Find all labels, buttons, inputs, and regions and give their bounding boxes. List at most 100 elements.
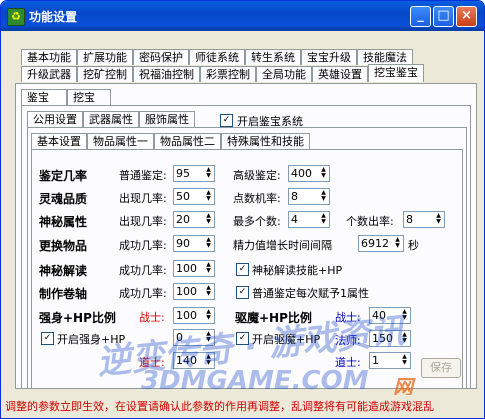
points-rate-input[interactable]: 8 ▲ ▼: [288, 188, 330, 205]
tab-mining-control[interactable]: 挖矿控制: [77, 66, 133, 82]
spin-arrows-icon[interactable]: ▲ ▼: [319, 190, 328, 203]
tab-lottery-control[interactable]: 彩票控制: [200, 66, 256, 82]
seconds-unit: 秒: [408, 239, 419, 252]
demon-taoist-value: 1: [372, 354, 379, 367]
scroll-success-label: 成功几率:: [119, 287, 167, 300]
replace-success-value: 90: [176, 237, 190, 250]
row-title-appraise-rate: 鉴定几率: [39, 169, 88, 183]
normal-appraise-attr-label: 普通鉴定每次赋予1属性: [252, 287, 369, 300]
strong-warrior-label: 战士:: [139, 311, 165, 324]
count-rate-value: 8: [406, 213, 413, 226]
scroll-success-value: 100: [176, 285, 197, 298]
strong-warrior-value: 100: [176, 309, 197, 322]
soul-appear-input[interactable]: 50 ▲ ▼: [173, 188, 215, 205]
spin-arrows-icon[interactable]: ▲ ▼: [204, 309, 213, 322]
max-count-input[interactable]: 4 ▲ ▼: [288, 211, 330, 228]
row-title-mystic-attr: 神秘属性: [39, 215, 88, 229]
tab-weapon-attr[interactable]: 武器属性: [83, 111, 139, 127]
row-title-soul-quality: 灵魂品质: [39, 192, 88, 206]
tab-special-attr-skills[interactable]: 特殊属性和技能: [221, 133, 310, 149]
sub-tabs: 鉴宝 挖宝: [21, 89, 111, 106]
points-rate-label: 点数机率:: [233, 192, 281, 205]
tab-item-attr-1[interactable]: 物品属性一: [87, 133, 154, 149]
strong-warrior-input[interactable]: 100 ▲ ▼: [173, 307, 215, 324]
tab-clothing-attr[interactable]: 服饰属性: [139, 111, 195, 127]
energy-interval-input[interactable]: 6912 ▲ ▼: [358, 235, 404, 252]
tab-rebirth-system[interactable]: 转生系统: [245, 49, 301, 65]
enable-appraisal-checkbox[interactable]: ✓: [220, 114, 233, 127]
tab-common-settings[interactable]: 公用设置: [27, 111, 83, 127]
tab-appraise[interactable]: 鉴宝: [21, 89, 67, 105]
decode-skill-hp-label: 神秘解读技能+HP: [252, 264, 343, 277]
soul-appear-value: 50: [176, 190, 190, 203]
strong-hp-title: 强身+HP比例: [39, 311, 116, 325]
status-bar: 调整的参数立即生效，在设置请确认此参数的作用再调整，乱调整将有可能造成游戏混乱: [1, 395, 484, 418]
tab-global-function[interactable]: 全局功能: [256, 66, 312, 82]
normal-appraise-input[interactable]: 95 ▲ ▼: [173, 165, 215, 182]
spin-arrows-icon[interactable]: ▲ ▼: [204, 262, 213, 275]
replace-success-label: 成功几率:: [119, 239, 167, 252]
spin-arrows-icon[interactable]: ▲ ▼: [400, 354, 409, 367]
soul-appear-label: 出现几率:: [119, 192, 167, 205]
normal-appraise-label: 普通鉴定:: [119, 169, 167, 182]
decode-success-value: 100: [176, 262, 197, 275]
mystic-appear-value: 20: [176, 213, 190, 226]
tab-dig-treasure[interactable]: 挖宝: [67, 89, 111, 105]
spin-arrows-icon[interactable]: ▲ ▼: [204, 285, 213, 298]
minimize-button[interactable]: _: [410, 6, 431, 27]
scroll-success-input[interactable]: 100 ▲ ▼: [173, 283, 215, 300]
tab-pet-upgrade[interactable]: 宝宝升级: [301, 49, 357, 65]
advanced-appraise-value: 400: [291, 167, 312, 180]
attr-tabs: 公用设置 武器属性 服饰属性: [27, 111, 195, 128]
spin-arrows-icon[interactable]: ▲ ▼: [204, 167, 213, 180]
strong-hp-checkbox[interactable]: ✓: [41, 332, 54, 345]
count-rate-label: 个数出率:: [346, 215, 394, 228]
tab-upgrade-weapon[interactable]: 升级武器: [21, 66, 77, 82]
app-icon: ♻: [7, 8, 25, 26]
tab-extended-function[interactable]: 扩展功能: [77, 49, 133, 65]
decode-skill-hp-checkbox[interactable]: ✓: [236, 263, 249, 276]
energy-interval-label: 精力值增长时间间隔: [233, 239, 332, 252]
save-button[interactable]: 保存: [421, 358, 461, 378]
advanced-appraise-label: 高级鉴定:: [233, 169, 281, 182]
mystic-appear-input[interactable]: 20 ▲ ▼: [173, 211, 215, 228]
spin-arrows-icon[interactable]: ▲ ▼: [434, 213, 443, 226]
tab-hero-settings[interactable]: 英雄设置: [312, 66, 368, 82]
tab-mentor-system[interactable]: 师徒系统: [189, 49, 245, 65]
tab-blessing-oil[interactable]: 祝福油控制: [133, 66, 200, 82]
normal-appraise-value: 95: [176, 167, 190, 180]
tab-basic-function[interactable]: 基本功能: [21, 49, 77, 65]
top-tabs-row1: 基本功能 扩展功能 密码保护 师徒系统 转生系统 宝宝升级 技能魔法: [21, 49, 413, 66]
top-tabs-row2: 升级武器 挖矿控制 祝福油控制 彩票控制 全局功能 英雄设置 挖宝鉴宝: [21, 64, 424, 83]
row-title-make-scroll: 制作卷轴: [39, 287, 88, 301]
spin-arrows-icon[interactable]: ▲ ▼: [319, 167, 328, 180]
spin-arrows-icon[interactable]: ▲ ▼: [319, 213, 328, 226]
advanced-appraise-input[interactable]: 400 ▲ ▼: [288, 165, 330, 182]
settings-tabs: 基本设置 物品属性一 物品属性二 特殊属性和技能: [31, 133, 310, 150]
normal-appraise-attr-checkbox[interactable]: ✓: [236, 286, 249, 299]
tab-dig-appraise[interactable]: 挖宝鉴宝: [368, 64, 424, 82]
tab-password-protect[interactable]: 密码保护: [133, 49, 189, 65]
decode-success-label: 成功几率:: [119, 264, 167, 277]
mystic-appear-label: 出现几率:: [119, 215, 167, 228]
tab-basic-settings[interactable]: 基本设置: [31, 133, 87, 149]
energy-interval-value: 6912: [361, 237, 389, 250]
spin-arrows-icon[interactable]: ▲ ▼: [204, 190, 213, 203]
spin-arrows-icon[interactable]: ▲ ▼: [393, 237, 402, 250]
maximize-button[interactable]: □: [433, 6, 454, 27]
replace-success-input[interactable]: 90 ▲ ▼: [173, 235, 215, 252]
row-title-mystic-decode: 神秘解读: [39, 264, 88, 278]
close-button[interactable]: ×: [456, 6, 477, 27]
tab-item-attr-2[interactable]: 物品属性二: [154, 133, 221, 149]
points-rate-value: 8: [291, 190, 298, 203]
window-title: 功能设置: [29, 10, 78, 24]
decode-success-input[interactable]: 100 ▲ ▼: [173, 260, 215, 277]
title-bar[interactable]: ♻ 功能设置 _ □ ×: [1, 1, 484, 31]
settings-window: ♻ 功能设置 _ □ × 基本功能 扩展功能 密码保护 师徒系统 转生系统 宝宝…: [0, 0, 485, 419]
count-rate-input[interactable]: 8 ▲ ▼: [403, 211, 445, 228]
spin-arrows-icon[interactable]: ▲ ▼: [204, 213, 213, 226]
tab-skill-magic[interactable]: 技能魔法: [357, 49, 413, 65]
spin-arrows-icon[interactable]: ▲ ▼: [204, 237, 213, 250]
row-title-replace-item: 更换物品: [39, 239, 88, 253]
max-count-value: 4: [291, 213, 298, 226]
